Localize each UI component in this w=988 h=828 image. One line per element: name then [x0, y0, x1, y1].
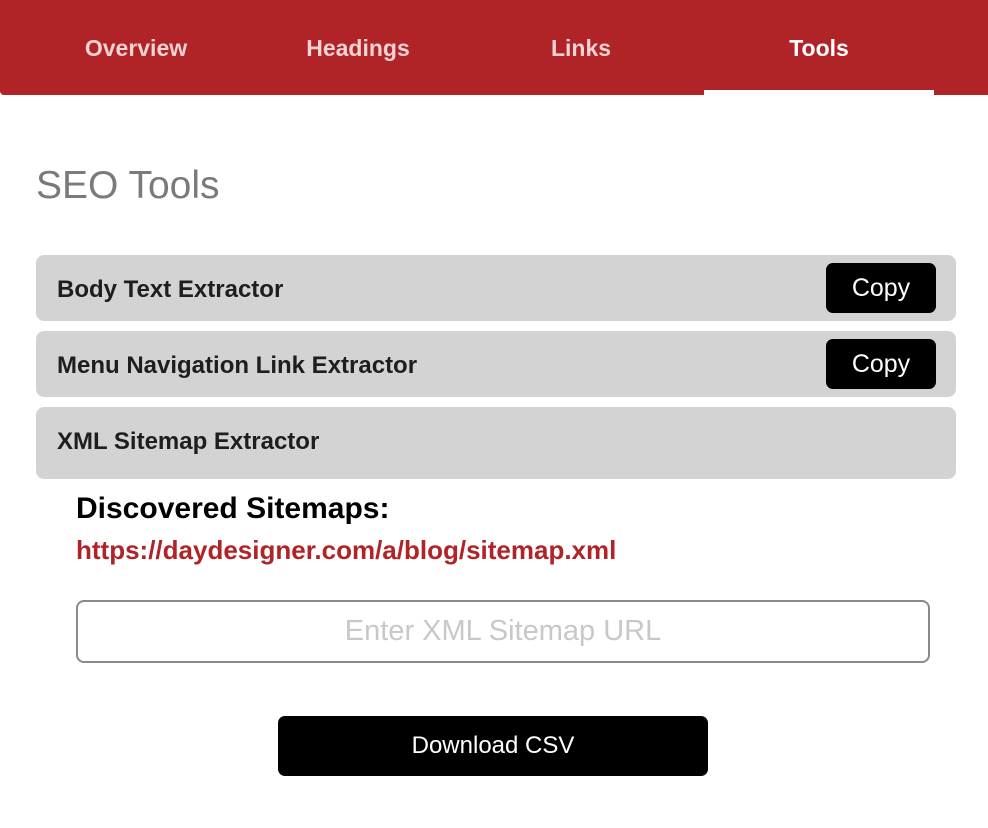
sitemap-url-input[interactable] [76, 600, 930, 663]
tab-links[interactable]: Links [481, 0, 681, 94]
top-nav: Overview Headings Links Tools [0, 0, 988, 95]
tool-row-menu-navigation-link-extractor[interactable]: Menu Navigation Link Extractor Copy [36, 331, 956, 397]
copy-menu-links-button[interactable]: Copy [826, 339, 936, 389]
tab-tools[interactable]: Tools [704, 0, 934, 95]
download-csv-button[interactable]: Download CSV [278, 716, 708, 776]
tab-headings[interactable]: Headings [258, 0, 458, 94]
tool-row-body-text-extractor[interactable]: Body Text Extractor Copy [36, 255, 956, 321]
copy-body-text-button[interactable]: Copy [826, 263, 936, 313]
page-title: SEO Tools [36, 164, 220, 207]
tool-label: Menu Navigation Link Extractor [57, 352, 418, 379]
tab-overview[interactable]: Overview [36, 0, 236, 94]
sitemap-link[interactable]: https://daydesigner.com/a/blog/sitemap.x… [76, 534, 616, 566]
tool-label: Body Text Extractor [57, 276, 284, 303]
tool-row-xml-sitemap-extractor[interactable]: XML Sitemap Extractor [36, 407, 956, 479]
tool-label: XML Sitemap Extractor [57, 428, 320, 455]
discovered-sitemaps-heading: Discovered Sitemaps: [76, 492, 390, 525]
